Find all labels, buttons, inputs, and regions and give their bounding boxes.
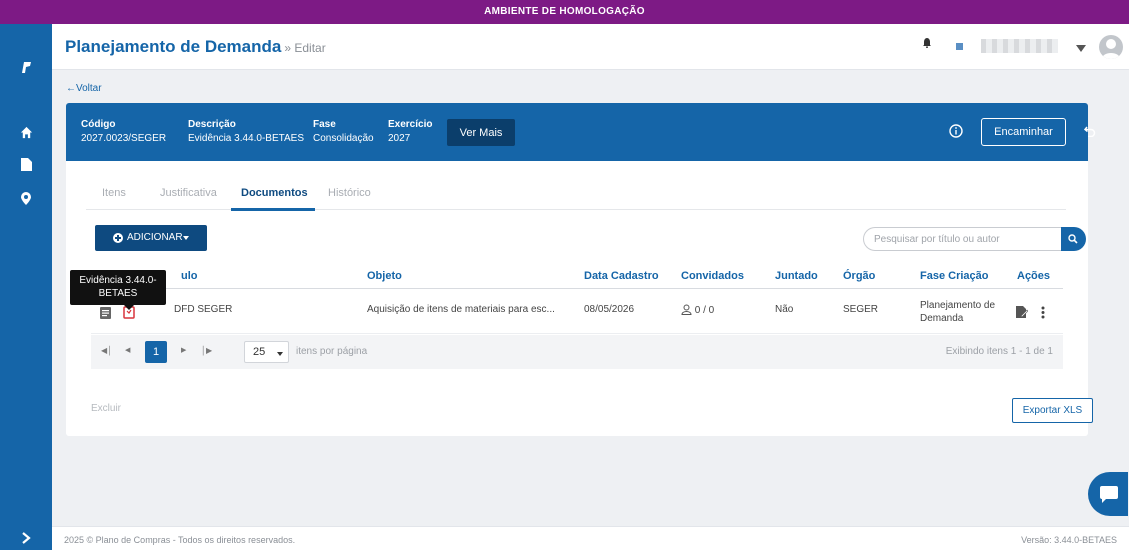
header-juntado[interactable]: Juntado	[775, 270, 818, 282]
table-row[interactable]: DFD SEGER Aquisição de itens de materiai…	[91, 290, 1063, 334]
table-header: ulo Objeto Data Cadastro Convidados Junt…	[91, 263, 1063, 289]
fase-criacao-line2: Demanda	[920, 313, 964, 324]
exercicio-field: Exercício 2027	[388, 118, 432, 146]
info-header: Código 2027.0023/SEGER Descrição Evidênc…	[66, 103, 1096, 161]
cell-titulo: DFD SEGER	[174, 304, 233, 315]
chevron-down-icon	[277, 352, 283, 356]
logo-icon[interactable]	[0, 60, 52, 77]
codigo-value: 2027.0023/SEGER	[81, 133, 167, 144]
last-page-icon[interactable]: │▶	[201, 346, 212, 355]
search-icon	[1068, 234, 1078, 244]
edit-document-icon[interactable]	[1016, 306, 1029, 321]
back-link[interactable]: ←Voltar	[66, 83, 102, 94]
encaminhar-button[interactable]: Encaminhar	[981, 118, 1066, 146]
search-button[interactable]	[1061, 227, 1086, 251]
home-icon[interactable]	[0, 126, 52, 142]
more-options-icon[interactable]	[1041, 306, 1045, 322]
tooltip-line1: Evidência 3.44.0-	[79, 275, 157, 286]
fase-criacao-line1: Planejamento de	[920, 300, 996, 311]
first-page-icon[interactable]: ◀│	[101, 346, 112, 355]
chevron-down-icon[interactable]	[1076, 41, 1086, 55]
undo-icon[interactable]	[1083, 125, 1096, 140]
info-icon[interactable]	[949, 124, 963, 141]
user-name-blurred	[981, 39, 1058, 53]
tab-historico[interactable]: Histórico	[328, 187, 371, 199]
chat-icon	[1100, 486, 1118, 503]
tab-itens[interactable]: Itens	[102, 187, 126, 199]
current-page-button[interactable]: 1	[145, 341, 167, 363]
cell-data-cadastro: 08/05/2026	[584, 304, 635, 315]
copyright-text: 2025 © Plano de Compras - Todos os direi…	[64, 535, 296, 545]
fase-value: Consolidação	[313, 133, 374, 144]
version-text: Versão: 3.44.0-BETAES	[1021, 535, 1117, 545]
page-size-select[interactable]: 25	[244, 341, 289, 363]
descricao-label: Descrição	[188, 119, 236, 130]
caret-down-icon	[183, 236, 189, 240]
prev-page-icon[interactable]: ◀	[125, 346, 130, 354]
header-acoes: Ações	[1017, 270, 1051, 282]
page-size-value: 25	[253, 346, 266, 358]
apps-icon[interactable]	[956, 43, 963, 50]
descricao-field: Descrição Evidência 3.44.0-BETAES	[188, 118, 304, 146]
fase-label: Fase	[313, 119, 336, 130]
cell-juntado: Não	[775, 304, 794, 315]
page-subtitle: » Editar	[284, 41, 326, 55]
pager-summary: Exibindo itens 1 - 1 de 1	[945, 346, 1053, 357]
avatar[interactable]	[1099, 35, 1123, 59]
search-input[interactable]	[863, 227, 1063, 251]
document-icon[interactable]	[0, 158, 52, 174]
environment-banner: AMBIENTE DE HOMOLOGAÇÃO	[0, 0, 1129, 24]
descricao-value: Evidência 3.44.0-BETAES	[188, 133, 304, 144]
cell-objeto: Aquisição de itens de materiais para esc…	[367, 304, 555, 315]
tab-bar: Itens Justificativa Documentos Histórico	[86, 180, 1066, 211]
excluir-button[interactable]: Excluir	[91, 403, 121, 414]
plus-mark-vertical	[117, 235, 119, 241]
arrow-left-icon: ←	[66, 83, 76, 94]
header-titulo[interactable]: ulo	[181, 270, 198, 282]
exercicio-value: 2027	[388, 133, 411, 144]
document-title-tooltip: Evidência 3.44.0- BETAES	[70, 270, 166, 310]
expand-icon[interactable]	[0, 532, 52, 547]
cell-fase-criacao: Planejamento de Demanda	[920, 299, 995, 325]
codigo-field: Código 2027.0023/SEGER	[81, 118, 166, 146]
adicionar-button[interactable]: ADICIONAR	[95, 225, 207, 251]
sidebar	[0, 24, 52, 550]
user-icon	[681, 304, 692, 315]
back-label: Voltar	[76, 83, 102, 94]
tab-documentos[interactable]: Documentos	[241, 187, 308, 199]
bell-icon[interactable]	[923, 37, 931, 51]
next-page-icon[interactable]: ▶	[181, 346, 186, 354]
exportar-xls-button[interactable]: Exportar XLS	[1012, 398, 1093, 423]
footer: 2025 © Plano de Compras - Todos os direi…	[52, 526, 1129, 550]
header-data-cadastro[interactable]: Data Cadastro	[584, 270, 659, 282]
chat-button[interactable]	[1088, 472, 1128, 516]
adicionar-label: ADICIONAR	[127, 232, 183, 243]
page-size-label: itens por página	[296, 346, 368, 357]
convidados-count: 0 / 0	[694, 305, 715, 316]
content-card: Código 2027.0023/SEGER Descrição Evidênc…	[66, 103, 1096, 436]
page-title-text: Planejamento de Demanda	[65, 37, 282, 56]
fase-field: Fase Consolidação	[313, 118, 374, 146]
pager: ◀│ ◀ 1 ▶ │▶ 25 itens por página Exibindo…	[91, 335, 1063, 369]
header-objeto[interactable]: Objeto	[367, 270, 402, 282]
header-convidados[interactable]: Convidados	[681, 270, 744, 282]
active-tab-indicator	[231, 208, 315, 211]
codigo-label: Código	[81, 119, 116, 130]
cell-orgao: SEGER	[843, 304, 879, 315]
cell-convidados: 0 / 0	[681, 304, 714, 316]
tooltip-line2: BETAES	[98, 288, 138, 299]
exercicio-label: Exercício	[388, 119, 433, 130]
pin-icon[interactable]	[0, 192, 52, 208]
file-text-icon[interactable]	[100, 307, 111, 322]
header-fase-criacao[interactable]: Fase Criação	[920, 270, 988, 282]
page-title: Planejamento de Demanda» Editar	[65, 37, 326, 57]
header-orgao[interactable]: Órgão	[843, 270, 875, 282]
top-bar: Planejamento de Demanda» Editar	[52, 24, 1129, 70]
tab-justificativa[interactable]: Justificativa	[160, 187, 217, 199]
ver-mais-button[interactable]: Ver Mais	[447, 119, 515, 146]
